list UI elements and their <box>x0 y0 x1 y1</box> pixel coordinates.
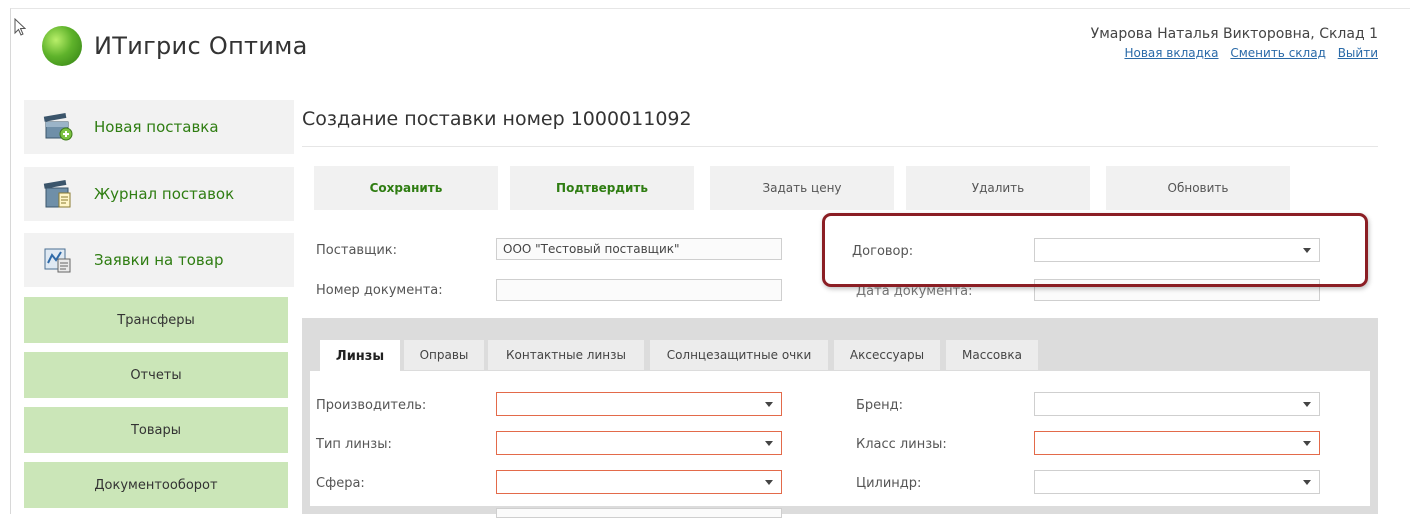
change-warehouse-link[interactable]: Сменить склад <box>1230 46 1326 60</box>
request-chart-icon <box>44 248 71 273</box>
tab-sunglasses[interactable]: Солнцезащитные очки <box>650 340 828 370</box>
lens-type-select[interactable] <box>496 431 782 455</box>
cylinder-label: Цилиндр: <box>856 476 922 491</box>
supplier-field[interactable]: ООО "Тестовый поставщик" <box>496 238 782 260</box>
delete-button[interactable]: Удалить <box>906 166 1090 210</box>
refresh-button[interactable]: Обновить <box>1106 166 1290 210</box>
set-price-button[interactable]: Задать цену <box>710 166 894 210</box>
sidebar-item-transfers[interactable]: Трансферы <box>24 297 288 343</box>
brand-select[interactable] <box>1034 392 1320 416</box>
title-divider <box>302 146 1378 147</box>
page-title: Создание поставки номер 1000011092 <box>302 108 692 130</box>
app-title: ИТигрис Оптима <box>94 32 308 60</box>
manufacturer-label: Производитель: <box>316 398 427 413</box>
brand-label: Бренд: <box>856 398 904 413</box>
manufacturer-select[interactable] <box>496 392 782 416</box>
tab-contact-lenses[interactable]: Контактные линзы <box>488 340 644 370</box>
sidebar-item-reports[interactable]: Отчеты <box>24 352 288 398</box>
chevron-down-icon <box>1303 402 1311 407</box>
lens-type-label: Тип линзы: <box>316 437 392 452</box>
chevron-down-icon <box>765 402 773 407</box>
sidebar-item-delivery-journal[interactable]: Журнал поставок <box>24 167 294 221</box>
mouse-cursor-icon <box>14 18 26 36</box>
sidebar-item-new-delivery[interactable]: Новая поставка <box>24 100 294 154</box>
user-block: Умарова Наталья Викторовна, Склад 1 Нова… <box>1091 26 1378 60</box>
lens-class-select[interactable] <box>1034 431 1320 455</box>
sidebar-item-label: Заявки на товар <box>94 251 224 269</box>
chevron-down-icon <box>1303 441 1311 446</box>
app-logo[interactable]: ИТигрис Оптима <box>42 26 308 66</box>
sidebar-item-product-requests[interactable]: Заявки на товар <box>24 233 294 287</box>
new-tab-link[interactable]: Новая вкладка <box>1124 46 1218 60</box>
journal-icon <box>43 179 71 208</box>
cylinder-select[interactable] <box>1034 470 1320 494</box>
sidebar-item-label: Новая поставка <box>94 118 219 136</box>
tab-lenses[interactable]: Линзы <box>320 340 400 372</box>
sphere-label: Сфера: <box>316 476 365 491</box>
contract-highlight-frame <box>822 213 1368 287</box>
sidebar-item-label: Журнал поставок <box>94 185 235 203</box>
chevron-down-icon <box>765 480 773 485</box>
supplier-label: Поставщик: <box>316 243 398 258</box>
confirm-button[interactable]: Подтвердить <box>510 166 694 210</box>
user-name: Умарова Наталья Викторовна, Склад 1 <box>1090 26 1378 42</box>
sphere-select[interactable] <box>496 470 782 494</box>
tab-accessories[interactable]: Аксессуары <box>834 340 940 370</box>
document-number-field[interactable] <box>496 279 782 301</box>
next-field-partial[interactable] <box>496 508 782 518</box>
sidebar-item-document-flow[interactable]: Документооборот <box>24 462 288 508</box>
logout-link[interactable]: Выйти <box>1338 46 1378 60</box>
save-button[interactable]: Сохранить <box>314 166 498 210</box>
sidebar-item-products[interactable]: Товары <box>24 407 288 453</box>
tab-frames[interactable]: Оправы <box>404 340 484 370</box>
chevron-down-icon <box>765 441 773 446</box>
user-links: Новая вкладка Сменить склад Выйти <box>1091 46 1378 60</box>
tab-bulk[interactable]: Массовка <box>946 340 1038 370</box>
document-number-label: Номер документа: <box>316 283 443 298</box>
lens-class-label: Класс линзы: <box>856 437 947 452</box>
box-delivery-icon <box>43 112 73 141</box>
chevron-down-icon <box>1303 480 1311 485</box>
logo-ball-icon <box>42 26 82 66</box>
